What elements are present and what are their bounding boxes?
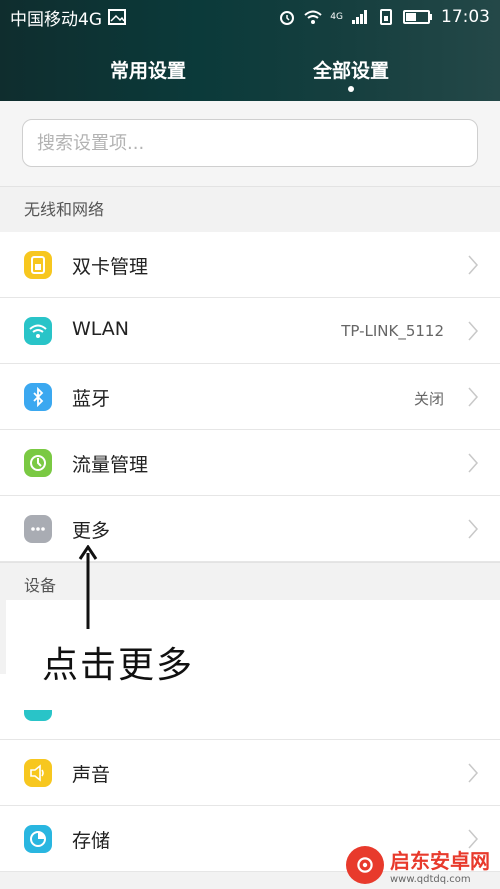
- row-dual-sim[interactable]: 双卡管理: [0, 232, 500, 298]
- row-bluetooth[interactable]: 蓝牙 关闭: [0, 364, 500, 430]
- chevron-right-icon: [468, 763, 478, 783]
- tab-common-settings[interactable]: 常用设置: [110, 56, 186, 83]
- chevron-right-icon: [468, 321, 478, 341]
- active-tab-indicator: [348, 86, 354, 92]
- watermark: 启东安卓网 www.qdtdq.com: [346, 845, 490, 885]
- chevron-right-icon: [468, 387, 478, 407]
- data-usage-icon: [24, 449, 52, 477]
- row-wlan[interactable]: WLAN TP-LINK_5112: [0, 298, 500, 364]
- carrier-label: 中国移动4G: [10, 9, 102, 30]
- search-area: [0, 101, 500, 186]
- tab-bar: 常用设置 全部设置: [0, 46, 500, 96]
- row-label: 双卡管理: [72, 256, 149, 278]
- watermark-url: www.qdtdq.com: [390, 874, 471, 885]
- row-label: 存储: [72, 830, 111, 852]
- network-type-label: 4G: [330, 12, 343, 22]
- annotation-text: 点击更多: [42, 645, 195, 686]
- time-label: 17:03: [441, 7, 490, 27]
- row-label: 更多: [72, 520, 111, 542]
- row-label: WLAN: [72, 318, 130, 340]
- chevron-right-icon: [468, 255, 478, 275]
- wifi-icon: [24, 317, 52, 345]
- row-value: 关闭: [413, 390, 444, 408]
- row-more[interactable]: 更多: [0, 496, 500, 562]
- row-label: 蓝牙: [72, 388, 111, 410]
- tab-all-settings[interactable]: 全部设置: [313, 56, 389, 83]
- more-icon: [24, 515, 52, 543]
- status-bar: 中国移动4G 4G 17:03: [0, 0, 500, 34]
- chevron-right-icon: [468, 453, 478, 473]
- bluetooth-icon: [24, 383, 52, 411]
- battery-icon: [403, 9, 433, 25]
- row-value: TP-LINK_5112: [341, 322, 444, 340]
- sim-status-icon: [377, 9, 395, 25]
- search-input[interactable]: [22, 119, 478, 167]
- section-header-wireless: 无线和网络: [0, 186, 500, 232]
- watermark-title: 启东安卓网: [390, 849, 490, 873]
- sound-icon: [24, 759, 52, 787]
- wifi-status-icon: [304, 9, 322, 25]
- gallery-icon: [108, 9, 126, 25]
- sim-card-icon: [24, 251, 52, 279]
- row-label: 流量管理: [72, 454, 149, 476]
- row-label: 声音: [72, 764, 111, 786]
- alarm-icon: [278, 9, 296, 25]
- row-sound[interactable]: 声音: [0, 740, 500, 806]
- chevron-right-icon: [468, 519, 478, 539]
- signal-icon: [351, 9, 369, 25]
- watermark-logo-icon: [346, 846, 384, 884]
- row-data-usage[interactable]: 流量管理: [0, 430, 500, 496]
- header: 中国移动4G 4G 17:03 常用设置 全部设置: [0, 0, 500, 101]
- annotation-arrow-icon: [78, 545, 98, 629]
- storage-icon: [24, 825, 52, 853]
